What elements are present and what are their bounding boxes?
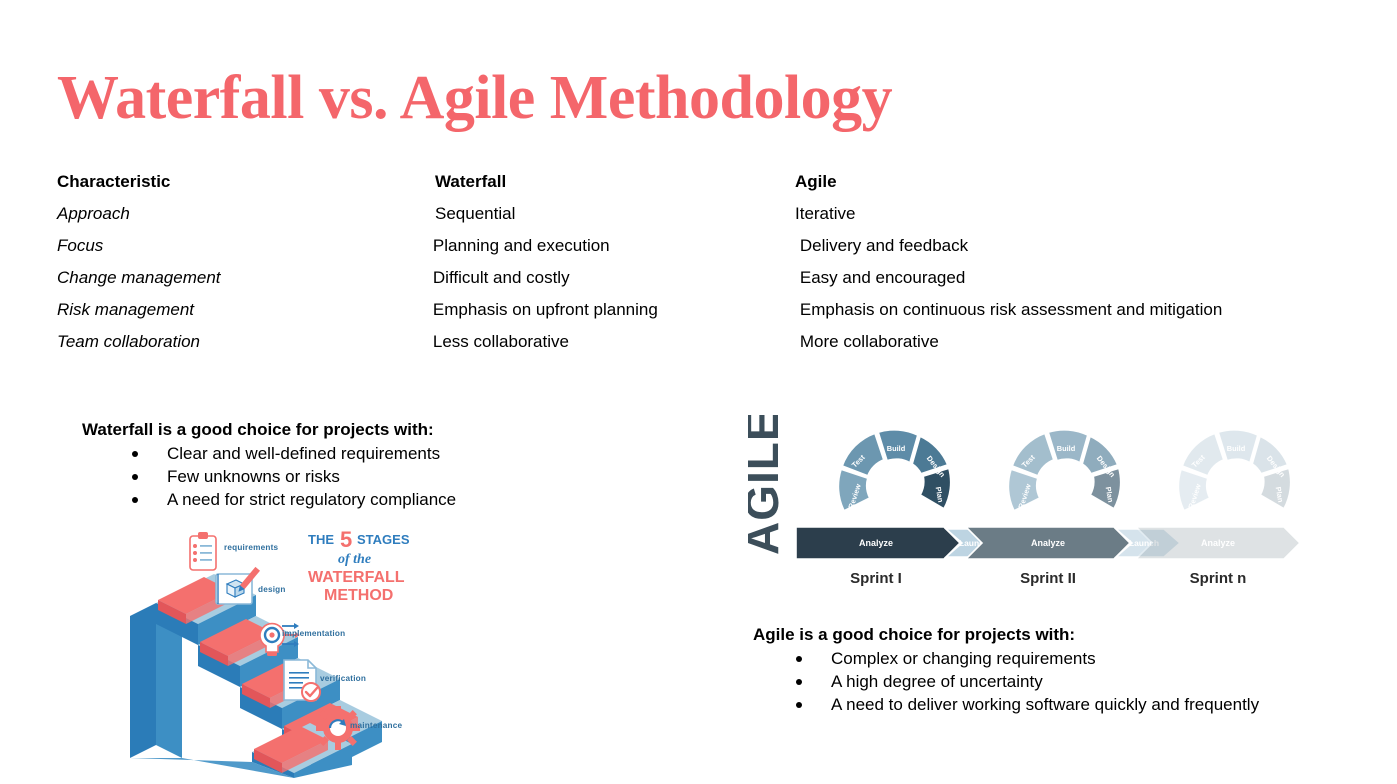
cell-waterfall: Less collaborative xyxy=(432,332,569,351)
segment-label-analyze: Analyze xyxy=(1201,538,1235,548)
table-row: Change management Difficult and costly E… xyxy=(57,268,1317,300)
cell-waterfall: Difficult and costly xyxy=(432,268,570,287)
comparison-table: Characteristic Waterfall Agile Approach … xyxy=(57,172,1317,364)
headline-the: THE xyxy=(308,532,334,547)
headline-five: 5 xyxy=(340,527,352,552)
sprint-label: Sprint II xyxy=(1020,570,1076,587)
waterfall-stage-label: implementation xyxy=(282,629,345,638)
verification-icon xyxy=(283,659,321,702)
cell-waterfall: Sequential xyxy=(435,204,516,223)
list-item: Clear and well-defined requirements xyxy=(82,442,456,465)
agile-sprint-cycle-illustration: AGILE Build Design Plan Review Test Anal… xyxy=(748,415,1328,590)
segment-label-build: Build xyxy=(1227,444,1246,453)
cell-agile: Easy and encouraged xyxy=(799,268,966,287)
waterfall-stage-label: requirements xyxy=(224,543,279,552)
table-row: Focus Planning and execution Delivery an… xyxy=(57,236,1317,268)
agile-recommendation-heading: Agile is a good choice for projects with… xyxy=(753,625,1076,644)
cell-agile: Iterative xyxy=(795,204,856,223)
cell-waterfall: Planning and execution xyxy=(432,236,610,255)
waterfall-figure-headline: THE 5 STAGES of the WATERFALL METHOD xyxy=(308,527,410,604)
table-header-row: Characteristic Waterfall Agile xyxy=(57,172,1317,204)
agile-wordmark: AGILE xyxy=(748,415,788,555)
cell-characteristic: Team collaboration xyxy=(57,332,201,351)
column-header-waterfall: Waterfall xyxy=(435,172,507,191)
table-row: Team collaboration Less collaborative Mo… xyxy=(57,332,1317,364)
waterfall-stage-label: verification xyxy=(320,674,366,683)
waterfall-bullet-list: Clear and well-defined requirements Few … xyxy=(82,442,456,511)
bullet-dot-icon xyxy=(796,702,802,708)
bullet-dot-icon xyxy=(132,451,138,457)
sprint-cycle-3: Build Design Plan Review Test xyxy=(1177,428,1292,512)
list-item-text: Complex or changing requirements xyxy=(831,649,1096,668)
list-item-text: A need for strict regulatory compliance xyxy=(167,490,457,509)
column-header-characteristic: Characteristic xyxy=(57,172,171,191)
page-title: Waterfall vs. Agile Methodology xyxy=(57,64,893,132)
list-item-text: A need to deliver working software quick… xyxy=(831,695,1260,714)
agile-recommendation-block: Agile is a good choice for projects with… xyxy=(753,625,1259,716)
segment-label-build: Build xyxy=(887,444,906,453)
cell-characteristic: Risk management xyxy=(57,300,195,319)
list-item: A high degree of uncertainty xyxy=(753,670,1259,693)
list-item: A need to deliver working software quick… xyxy=(753,693,1259,716)
headline-stages: STAGES xyxy=(357,532,410,547)
sprint-2-analyze-bar: Analyze xyxy=(964,526,1132,560)
bullet-dot-icon xyxy=(132,497,138,503)
cell-characteristic: Approach xyxy=(57,204,130,223)
list-item: Complex or changing requirements xyxy=(753,647,1259,670)
waterfall-recommendation-heading: Waterfall is a good choice for projects … xyxy=(82,420,434,439)
list-item-text: Few unknowns or risks xyxy=(167,467,340,486)
cell-agile: Delivery and feedback xyxy=(799,236,969,255)
cell-agile: Emphasis on continuous risk assessment a… xyxy=(799,300,1223,319)
column-header-agile: Agile xyxy=(795,172,837,191)
table-row: Approach Sequential Iterative xyxy=(57,204,1317,236)
bullet-dot-icon xyxy=(796,679,802,685)
list-item-text: Clear and well-defined requirements xyxy=(167,444,441,463)
headline-method: METHOD xyxy=(324,587,393,604)
sprint-label: Sprint n xyxy=(1190,570,1247,587)
segment-label-build: Build xyxy=(1057,444,1076,453)
headline-of-the: of the xyxy=(338,552,371,567)
svg-text:AGILE: AGILE xyxy=(748,415,788,555)
cell-agile: More collaborative xyxy=(799,332,939,351)
sprint-3-analyze-bar: Analyze xyxy=(1134,526,1302,560)
segment-label-analyze: Analyze xyxy=(1031,538,1065,548)
headline-waterfall: WATERFALL xyxy=(308,569,405,586)
cell-characteristic: Change management xyxy=(57,268,221,287)
requirements-icon xyxy=(189,532,217,571)
cell-characteristic: Focus xyxy=(57,236,104,255)
list-item: A need for strict regulatory compliance xyxy=(82,488,456,511)
waterfall-stages-illustration: requirements design implementation verif… xyxy=(112,520,452,784)
bullet-dot-icon xyxy=(132,474,138,480)
agile-bullet-list: Complex or changing requirements A high … xyxy=(753,647,1259,716)
sprint-cycle-1: Build Design Plan Review Test Analyze xyxy=(795,428,962,560)
waterfall-stage-label: maintenance xyxy=(350,721,402,730)
table-row: Risk management Emphasis on upfront plan… xyxy=(57,300,1317,332)
cell-waterfall: Emphasis on upfront planning xyxy=(432,300,658,319)
list-item-text: A high degree of uncertainty xyxy=(831,672,1043,691)
sprint-cycle-2: Build Design Plan Review Test xyxy=(1007,428,1122,512)
bullet-dot-icon xyxy=(796,656,802,662)
waterfall-stage-label: design xyxy=(258,585,286,594)
segment-label-analyze: Analyze xyxy=(859,538,893,548)
list-item: Few unknowns or risks xyxy=(82,465,456,488)
sprint-label: Sprint I xyxy=(850,570,902,587)
waterfall-recommendation-block: Waterfall is a good choice for projects … xyxy=(82,420,456,511)
